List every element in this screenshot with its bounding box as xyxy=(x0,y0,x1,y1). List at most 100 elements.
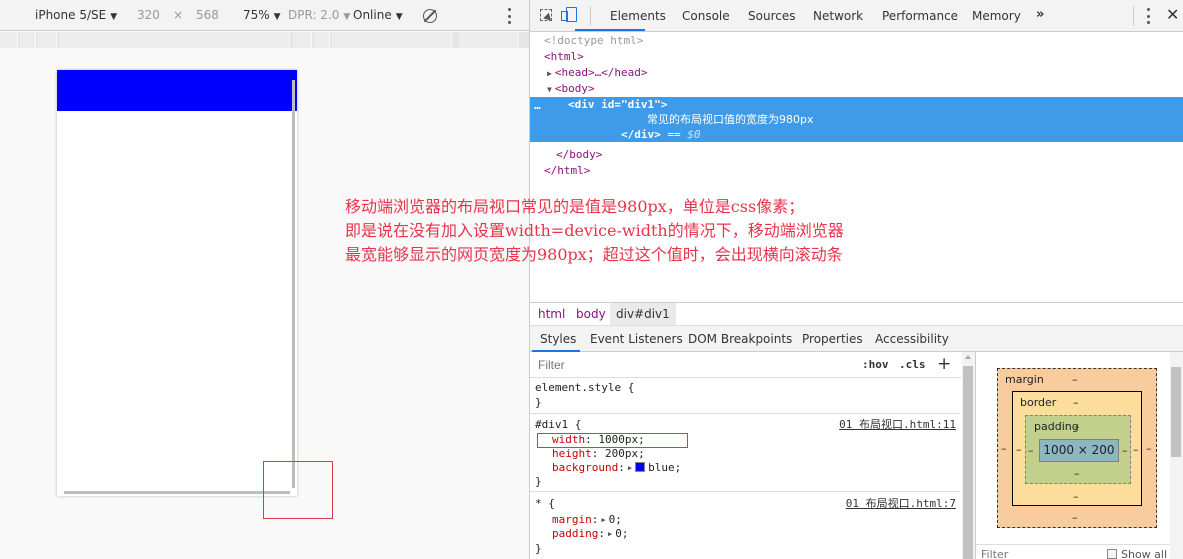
css-property-height[interactable]: height: 200px; xyxy=(552,447,645,461)
tab-event-listeners[interactable]: Event Listeners xyxy=(590,332,683,346)
network-throttle-select[interactable]: Online ▼ xyxy=(353,8,403,22)
padding-label: padding xyxy=(1034,420,1079,433)
hov-toggle[interactable]: :hov xyxy=(862,358,889,371)
device-toggle-icon[interactable] xyxy=(561,7,577,22)
computed-scrollbar[interactable] xyxy=(1170,352,1183,559)
breadcrumb-div1[interactable]: div#div1 xyxy=(610,303,676,325)
selected-dom-node-div1[interactable]: … <div id="div1"> 常见的布局视口值的宽度为980px </di… xyxy=(530,97,1183,142)
media-segment[interactable] xyxy=(332,32,452,48)
tab-performance[interactable]: Performance xyxy=(882,9,958,23)
devtools-menu-icon[interactable] xyxy=(1147,8,1151,24)
expand-shorthand-icon[interactable]: ▶ xyxy=(608,530,612,538)
padding-right-value[interactable]: – xyxy=(1122,444,1128,457)
dom-node-doctype[interactable]: <!doctype html> xyxy=(544,33,1183,49)
border-top-value[interactable]: – xyxy=(1073,396,1079,409)
dom-node-body-close[interactable]: </body> xyxy=(556,147,1183,163)
width-input[interactable]: 320 xyxy=(137,8,160,22)
styles-pane: :hov .cls + element.style { } #div1 { 01… xyxy=(530,352,962,559)
dom-node-html[interactable]: <html> xyxy=(544,49,1183,65)
show-all-label[interactable]: Show all xyxy=(1121,548,1167,559)
tab-styles[interactable]: Styles xyxy=(540,332,576,346)
border-left-value[interactable]: – xyxy=(1016,443,1022,456)
devtools-tabbar: Elements Console Sources Network Perform… xyxy=(530,0,1183,32)
padding-bottom-value[interactable]: – xyxy=(1074,467,1080,480)
device-select[interactable]: iPhone 5/SE ▼ xyxy=(35,8,117,22)
scroll-up-icon[interactable] xyxy=(965,355,971,359)
dom-node-body[interactable]: ▼ <body> xyxy=(547,81,1183,97)
expand-shorthand-icon[interactable]: ▶ xyxy=(601,516,605,524)
collapse-triangle-icon[interactable]: ▼ xyxy=(547,85,552,94)
styles-filter-input[interactable] xyxy=(534,356,852,374)
property-name: height xyxy=(552,447,592,460)
tab-console[interactable]: Console xyxy=(682,9,730,23)
computed-filter-input[interactable]: Filter xyxy=(981,548,1008,559)
css-property-background[interactable]: background: ▶ blue; xyxy=(552,461,681,475)
media-segment[interactable] xyxy=(38,32,57,48)
scrollbar-thumb[interactable] xyxy=(1171,367,1181,457)
property-value: 0; xyxy=(608,513,622,526)
property-value: blue; xyxy=(648,461,682,474)
color-swatch[interactable] xyxy=(635,462,646,472)
rotate-icon[interactable] xyxy=(423,9,437,23)
tab-dom-breakpoints[interactable]: DOM Breakpoints xyxy=(688,332,792,346)
margin-bottom-value[interactable]: – xyxy=(1072,511,1078,524)
height-input[interactable]: 568 xyxy=(196,8,219,22)
box-model-margin[interactable]: margin – – – – border – – – – padding – … xyxy=(997,368,1157,528)
zoom-select[interactable]: 75% ▼ xyxy=(243,8,281,22)
tab-accessibility[interactable]: Accessibility xyxy=(875,332,949,346)
rule-selector[interactable]: #div1 { xyxy=(535,418,581,432)
media-segment[interactable] xyxy=(293,32,312,48)
border-bottom-value[interactable]: – xyxy=(1073,490,1079,503)
tab-network[interactable]: Network xyxy=(813,9,863,23)
inspect-element-icon[interactable] xyxy=(540,9,552,21)
source-link[interactable]: 01 布局视口.html:7 xyxy=(846,497,956,511)
dpr-select[interactable]: DPR: 2.0 ▼ xyxy=(288,8,350,22)
tab-elements[interactable]: Elements xyxy=(610,9,666,23)
scrollbar-thumb[interactable] xyxy=(963,366,973,559)
horizontal-scrollbar[interactable] xyxy=(64,491,290,494)
breadcrumb-html[interactable]: html xyxy=(532,303,571,325)
rule-selector[interactable]: * { xyxy=(535,497,555,511)
media-segment[interactable] xyxy=(59,32,290,48)
device-toolbar: iPhone 5/SE ▼ 320 × 568 75% ▼ DPR: 2.0 ▼ On… xyxy=(0,0,529,31)
expand-shorthand-icon[interactable]: ▶ xyxy=(628,464,632,472)
box-model-padding[interactable]: padding – – – – 1000 × 200 xyxy=(1025,415,1131,484)
add-rule-icon[interactable]: + xyxy=(937,354,951,374)
padding-left-value[interactable]: – xyxy=(1028,444,1034,457)
dom-node-head[interactable]: ▶ <head>…</head> xyxy=(547,65,1183,81)
tab-sources[interactable]: Sources xyxy=(748,9,795,23)
css-property-padding[interactable]: padding: ▶ 0; xyxy=(552,527,628,541)
emulated-viewport[interactable] xyxy=(57,70,297,496)
source-link[interactable]: 01 布局视口.html:11 xyxy=(839,418,956,432)
margin-left-value[interactable]: – xyxy=(1001,442,1007,455)
vertical-scrollbar[interactable] xyxy=(292,80,295,488)
rule-selector[interactable]: element.style { xyxy=(535,381,634,395)
breadcrumb-body[interactable]: body xyxy=(570,303,612,325)
node-actions-icon[interactable]: … xyxy=(534,98,541,113)
media-segment[interactable] xyxy=(459,32,519,48)
dom-node-html-close[interactable]: </html> xyxy=(544,163,1183,179)
media-segment[interactable] xyxy=(20,32,36,48)
expand-triangle-icon[interactable]: ▶ xyxy=(547,69,552,78)
body-tag: <body> xyxy=(554,82,595,95)
more-tabs-icon[interactable]: » xyxy=(1036,7,1044,22)
box-model-content[interactable]: 1000 × 200 xyxy=(1039,439,1119,462)
box-model-border[interactable]: border – – – – padding – – – – 1000 × 20… xyxy=(1012,391,1142,506)
tab-memory[interactable]: Memory xyxy=(972,9,1021,23)
more-options-icon[interactable] xyxy=(508,8,512,24)
media-query-bar[interactable] xyxy=(0,32,529,48)
margin-top-value[interactable]: – xyxy=(1072,373,1078,386)
margin-right-value[interactable]: – xyxy=(1146,442,1152,455)
css-property-margin[interactable]: margin: ▶ 0; xyxy=(552,513,622,527)
border-right-value[interactable]: – xyxy=(1133,443,1139,456)
cls-toggle[interactable]: .cls xyxy=(899,358,926,371)
show-all-checkbox[interactable] xyxy=(1107,549,1117,559)
padding-top-value[interactable]: – xyxy=(1074,420,1080,433)
media-segment[interactable] xyxy=(0,32,18,48)
caret-down-icon: ▼ xyxy=(110,12,118,22)
close-icon[interactable]: ✕ xyxy=(1166,5,1179,24)
media-segment[interactable] xyxy=(314,32,330,48)
styles-scrollbar[interactable] xyxy=(962,352,975,559)
html-close-tag: </html> xyxy=(544,164,591,177)
tab-properties[interactable]: Properties xyxy=(802,332,863,346)
